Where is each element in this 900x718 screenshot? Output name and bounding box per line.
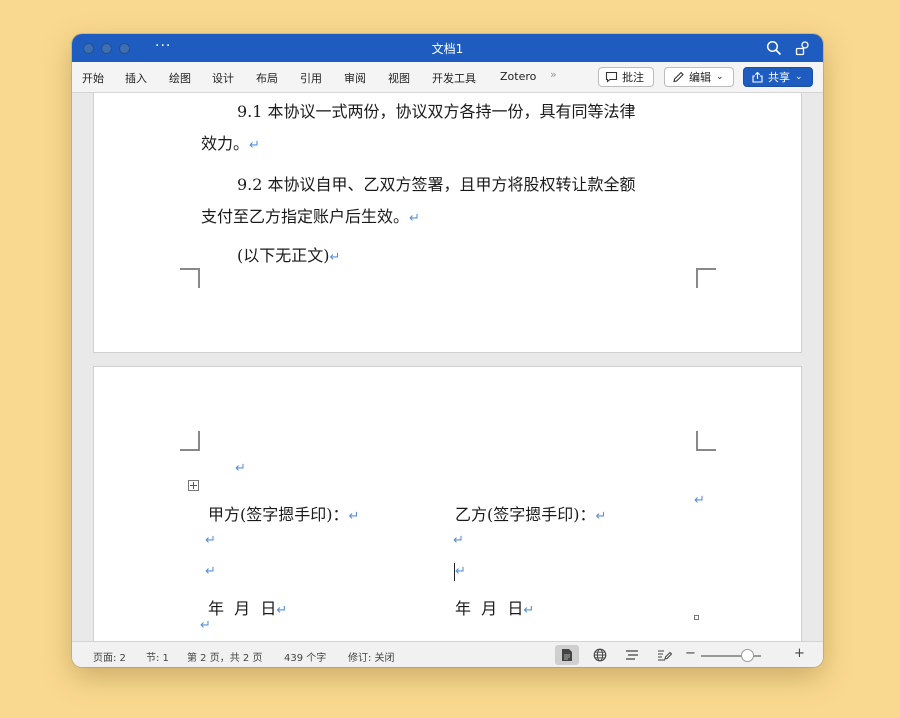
tab-zotero[interactable]: Zotero: [500, 70, 536, 83]
share-icon: [752, 71, 763, 83]
margin-corner-mark: [180, 268, 200, 288]
window-title: 文档1: [431, 42, 464, 56]
outline-view-button[interactable]: [620, 645, 644, 665]
focus-view-button[interactable]: [652, 645, 676, 665]
paragraph-9-1-line1: 9.1 本协议一式两份，协议双方各持一份，具有同等法律: [237, 102, 636, 121]
paragraph-mark: ↵: [595, 509, 607, 524]
paragraph-mark: ↵: [205, 533, 216, 548]
tab-review[interactable]: 审阅: [344, 70, 366, 86]
tab-references[interactable]: 引用: [300, 70, 322, 86]
page-2[interactable]: ↵ ↵ 甲方(签字摁手印)：↵ 乙方(签字摁手印)：↵ ↵ ↵ ↵ ↵ 年 月 …: [94, 367, 801, 641]
share-button[interactable]: 共享 ⌄: [743, 67, 813, 87]
chevron-down-icon: ⌄: [795, 72, 803, 82]
edit-label: 编辑: [689, 71, 711, 84]
status-section: 节: 1: [146, 653, 169, 664]
paragraph-9-1-line2: 效力。↵: [201, 134, 260, 153]
word-window: ··· 文档1 开始 插入 绘图 设计 布局 引用 审阅 视图 开发工具 Zot…: [72, 34, 823, 667]
comment-label: 批注: [622, 71, 644, 84]
paragraph-mark: ↵: [523, 603, 535, 618]
tab-design[interactable]: 设计: [212, 70, 234, 86]
title-bar: ··· 文档1: [72, 34, 823, 62]
party-a-date: 年 月 日↵: [208, 599, 288, 618]
pencil-icon: [673, 71, 684, 83]
print-layout-icon: [562, 649, 572, 661]
status-page-of[interactable]: 第 2 页，共 2 页: [187, 649, 262, 664]
paragraph-mark: ↵: [409, 211, 420, 226]
paragraph-mark: ↵: [249, 138, 260, 153]
print-layout-view-button[interactable]: [555, 645, 579, 665]
search-icon[interactable]: [766, 40, 782, 56]
share-label: 共享: [768, 71, 790, 84]
table-resize-handle[interactable]: [694, 615, 699, 620]
outline-icon: [626, 650, 638, 660]
paragraph-mark: ↵: [235, 461, 246, 476]
party-b-signature-label: 乙方(签字摁手印)：↵: [455, 505, 607, 524]
paragraph-mark: ↵: [453, 533, 464, 548]
document-area[interactable]: 9.1 本协议一式两份，协议双方各持一份，具有同等法律 效力。↵ 9.2 本协议…: [72, 93, 823, 641]
paragraph-9-2-line2: 支付至乙方指定账户后生效。↵: [201, 207, 420, 226]
status-bar: 页面: 2 节: 1 第 2 页，共 2 页 439 个字 修订: 关闭 − +: [72, 641, 823, 667]
status-page[interactable]: 页面: 2: [93, 649, 126, 664]
paragraph-mark: ↵: [276, 603, 288, 618]
paragraph-mark: ↵: [694, 493, 705, 508]
paragraph-mark: ↵: [329, 250, 341, 265]
status-track-changes[interactable]: 修订: 关闭: [348, 649, 395, 664]
paragraph-mark: ↵: [455, 564, 466, 579]
globe-icon: [593, 648, 607, 662]
margin-corner-mark: [696, 268, 716, 288]
draft-pencil-icon: [657, 650, 672, 661]
margin-corner-mark: [696, 431, 716, 451]
comment-button[interactable]: 批注: [598, 67, 654, 87]
tab-insert[interactable]: 插入: [125, 70, 147, 86]
tab-layout[interactable]: 布局: [256, 70, 278, 86]
zoom-slider-knob[interactable]: [741, 649, 754, 662]
zoom-out-button[interactable]: −: [685, 646, 696, 661]
chevron-down-icon: ⌄: [716, 72, 724, 82]
page-1[interactable]: 9.1 本协议一式两份，协议双方各持一份，具有同等法律 效力。↵ 9.2 本协议…: [94, 93, 801, 352]
party-b-date: 年 月 日↵: [455, 599, 535, 618]
ribbon: 开始 插入 绘图 设计 布局 引用 审阅 视图 开发工具 Zotero » 批注…: [72, 62, 823, 93]
tab-home[interactable]: 开始: [82, 70, 104, 86]
party-a-signature-label: 甲方(签字摁手印)：↵: [208, 505, 360, 524]
no-more-text-note: (以下无正文)↵: [237, 246, 341, 265]
paragraph-mark: ↵: [348, 509, 360, 524]
edit-button[interactable]: 编辑 ⌄: [664, 67, 734, 87]
ribbon-overflow-icon[interactable]: »: [550, 68, 557, 81]
zoom-in-button[interactable]: +: [794, 646, 805, 661]
table-move-handle-icon[interactable]: [188, 480, 199, 491]
tab-developer[interactable]: 开发工具: [432, 70, 476, 86]
status-word-count[interactable]: 439 个字: [284, 649, 326, 664]
paragraph-mark: ↵: [200, 618, 211, 633]
comment-icon: [605, 71, 618, 83]
tab-view[interactable]: 视图: [388, 70, 410, 86]
tab-draw[interactable]: 绘图: [169, 70, 191, 86]
account-icon[interactable]: [795, 40, 811, 56]
web-layout-view-button[interactable]: [588, 645, 612, 665]
paragraph-9-2-line1: 9.2 本协议自甲、乙双方签署，且甲方将股权转让款全额: [237, 175, 636, 194]
paragraph-mark: ↵: [205, 564, 216, 579]
margin-corner-mark: [180, 431, 200, 451]
